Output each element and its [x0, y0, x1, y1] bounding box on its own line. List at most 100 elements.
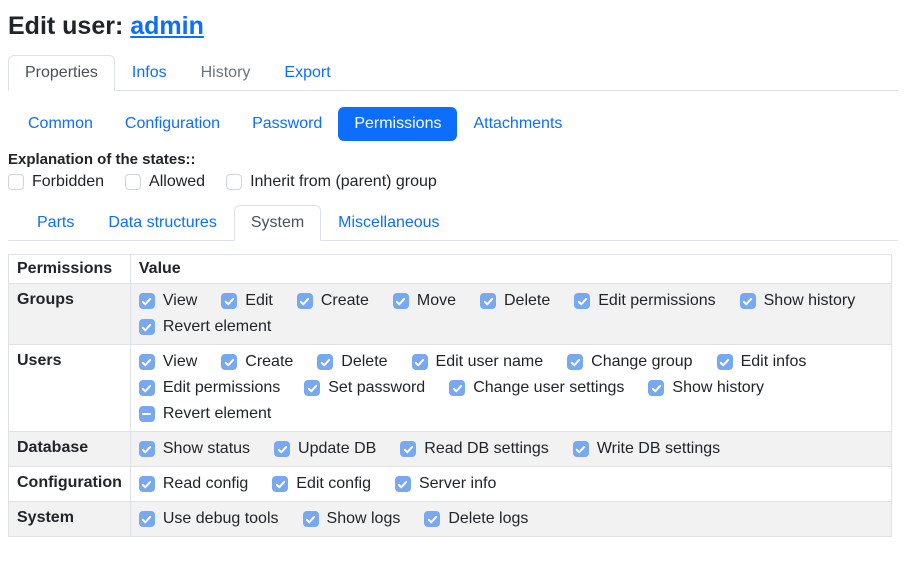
tab-history[interactable]: History [184, 55, 268, 91]
user-admin-link[interactable]: admin [130, 12, 204, 40]
permission-database-read-db-settings[interactable]: Read DB settings [400, 440, 549, 458]
checkbox-checked-icon[interactable] [297, 293, 313, 309]
permission-database-update-db[interactable]: Update DB [274, 440, 376, 458]
permissions-table: Permissions Value GroupsViewEditCreateMo… [8, 254, 892, 537]
permission-users-change-user-settings[interactable]: Change user settings [449, 379, 624, 397]
checkbox-checked-icon[interactable] [740, 293, 756, 309]
permission-users-create[interactable]: Create [221, 353, 293, 371]
tab-item: Export [267, 55, 347, 91]
permission-database-write-db-settings[interactable]: Write DB settings [573, 440, 720, 458]
checkbox-checked-icon[interactable] [317, 354, 333, 370]
checkbox-checked-icon[interactable] [449, 380, 465, 396]
checkbox-checked-icon[interactable] [139, 511, 155, 527]
checkbox-checked-icon[interactable] [139, 380, 155, 396]
subtab-configuration[interactable]: Configuration [109, 107, 236, 141]
permission-label: Show logs [327, 510, 401, 528]
permission-label: View [163, 292, 197, 310]
subtab-attachments[interactable]: Attachments [457, 107, 578, 141]
subtab-password[interactable]: Password [236, 107, 338, 141]
checkbox-checked-icon[interactable] [272, 476, 288, 492]
permission-configuration-server-info[interactable]: Server info [395, 475, 496, 493]
checkbox-checked-icon[interactable] [395, 476, 411, 492]
checkbox-checked-icon[interactable] [717, 354, 733, 370]
table-row-configuration: ConfigurationRead configEdit configServe… [9, 467, 892, 502]
col-header-permissions: Permissions [9, 255, 131, 284]
innertab-miscellaneous[interactable]: Miscellaneous [321, 205, 456, 241]
checkbox-checked-icon[interactable] [400, 441, 416, 457]
checkbox-checked-icon[interactable] [412, 354, 428, 370]
permission-line: Revert element [139, 314, 883, 340]
checkbox-checked-icon[interactable] [304, 380, 320, 396]
permission-line: Read config Edit config Server info [139, 471, 883, 497]
permission-system-delete-logs[interactable]: Delete logs [424, 510, 528, 528]
legend-item-allowed: Allowed [125, 173, 205, 191]
checkbox-checked-icon[interactable] [303, 511, 319, 527]
permission-users-show-history[interactable]: Show history [648, 379, 764, 397]
subtab-common[interactable]: Common [12, 107, 109, 141]
permission-groups-view[interactable]: View [139, 292, 197, 310]
legend-item-label: Forbidden [32, 173, 104, 191]
checkbox-checked-icon[interactable] [139, 476, 155, 492]
permission-users-revert-element[interactable]: Revert element [139, 405, 272, 423]
tab-export[interactable]: Export [267, 55, 347, 91]
permission-users-edit-infos[interactable]: Edit infos [717, 353, 807, 371]
permission-database-show-status[interactable]: Show status [139, 440, 250, 458]
permission-users-edit-permissions[interactable]: Edit permissions [139, 379, 280, 397]
permission-system-show-logs[interactable]: Show logs [303, 510, 401, 528]
checkbox-unchecked-icon[interactable] [8, 174, 24, 190]
checkbox-checked-icon[interactable] [221, 354, 237, 370]
checkbox-checked-icon[interactable] [574, 293, 590, 309]
tab-item: Infos [115, 55, 184, 91]
checkbox-checked-icon[interactable] [573, 441, 589, 457]
legend-items: Forbidden Allowed Inherit from (parent) gr… [8, 173, 898, 191]
tab-properties[interactable]: Properties [8, 55, 115, 91]
checkbox-checked-icon[interactable] [424, 511, 440, 527]
checkbox-checked-icon[interactable] [480, 293, 496, 309]
checkbox-checked-icon[interactable] [139, 293, 155, 309]
page-title-text: Edit user: [8, 12, 130, 40]
permission-groups-edit[interactable]: Edit [221, 292, 273, 310]
inner-tab-bar: PartsData structuresSystemMiscellaneous [8, 205, 898, 241]
legend-item-label: Inherit from (parent) group [250, 173, 437, 191]
permission-groups-show-history[interactable]: Show history [740, 292, 856, 310]
checkbox-checked-icon[interactable] [567, 354, 583, 370]
subtab-item: Common [12, 107, 109, 141]
subtab-item: Password [236, 107, 338, 141]
permission-label: Delete [504, 292, 550, 310]
checkbox-checked-icon[interactable] [139, 441, 155, 457]
permission-line: View Create Delete Edit user name Change gro… [139, 349, 883, 375]
permission-groups-edit-permissions[interactable]: Edit permissions [574, 292, 715, 310]
permission-label: View [163, 353, 197, 371]
checkbox-checked-icon[interactable] [221, 293, 237, 309]
subtab-item: Attachments [457, 107, 578, 141]
checkbox-checked-icon[interactable] [648, 380, 664, 396]
permission-label: Show history [764, 292, 856, 310]
checkbox-checked-icon[interactable] [139, 319, 155, 335]
checkbox-unchecked-icon[interactable] [226, 174, 242, 190]
innertab-system[interactable]: System [234, 205, 321, 241]
permission-label: Revert element [163, 318, 272, 336]
permission-groups-revert-element[interactable]: Revert element [139, 318, 272, 336]
permission-configuration-read-config[interactable]: Read config [139, 475, 248, 493]
subtab-permissions[interactable]: Permissions [338, 107, 457, 141]
checkbox-checked-icon[interactable] [274, 441, 290, 457]
permission-groups-move[interactable]: Move [393, 292, 456, 310]
permission-users-view[interactable]: View [139, 353, 197, 371]
checkbox-indeterminate-icon[interactable] [139, 406, 155, 422]
checkbox-checked-icon[interactable] [139, 354, 155, 370]
innertab-data-structures[interactable]: Data structures [91, 205, 233, 241]
permission-line: Edit permissions Set password Change user … [139, 375, 883, 401]
permission-groups-create[interactable]: Create [297, 292, 369, 310]
permission-groups-delete[interactable]: Delete [480, 292, 550, 310]
tab-infos[interactable]: Infos [115, 55, 184, 91]
permission-users-edit-user-name[interactable]: Edit user name [412, 353, 544, 371]
permission-users-change-group[interactable]: Change group [567, 353, 692, 371]
permission-system-use-debug-tools[interactable]: Use debug tools [139, 510, 279, 528]
permission-configuration-edit-config[interactable]: Edit config [272, 475, 371, 493]
permission-users-delete[interactable]: Delete [317, 353, 387, 371]
innertab-parts[interactable]: Parts [20, 205, 91, 241]
checkbox-checked-icon[interactable] [393, 293, 409, 309]
permission-label: Show history [672, 379, 764, 397]
checkbox-unchecked-icon[interactable] [125, 174, 141, 190]
permission-users-set-password[interactable]: Set password [304, 379, 425, 397]
